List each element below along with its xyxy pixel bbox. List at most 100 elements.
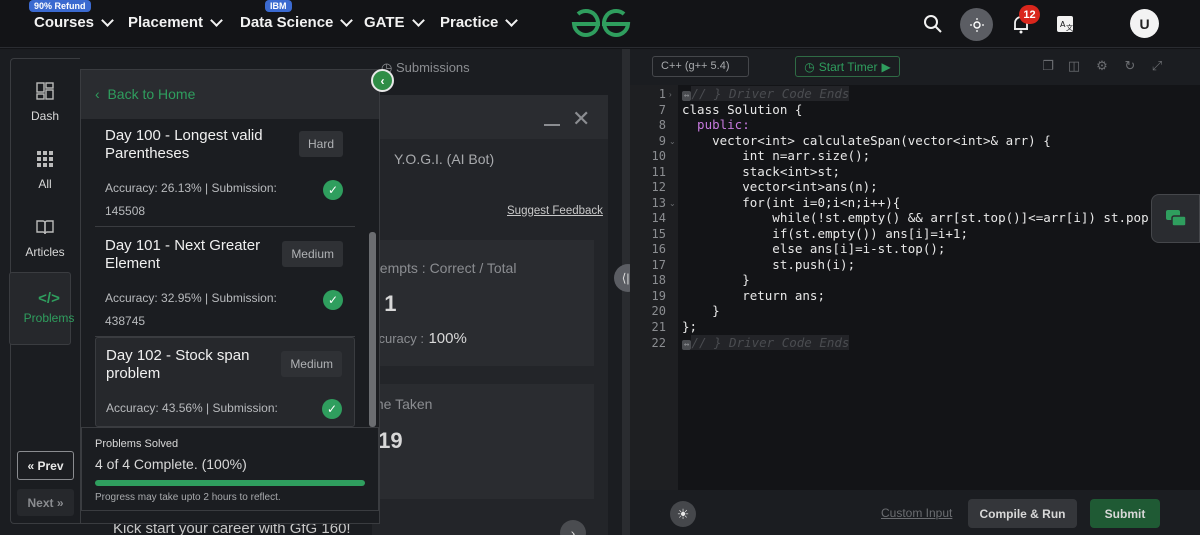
next-button[interactable]: Next » <box>17 489 74 516</box>
chevron-down-icon <box>210 13 223 27</box>
code-line: ↔// } Driver Code Ends <box>682 335 850 350</box>
code-line: }; <box>682 319 698 334</box>
notification-count-badge: 12 <box>1019 5 1040 24</box>
file-icon[interactable]: ◫ <box>1066 58 1082 74</box>
prev-button[interactable]: « Prev <box>17 451 74 480</box>
solved-note: Progress may take upto 2 hours to reflec… <box>95 492 281 503</box>
copy-icon[interactable]: ❐ <box>1040 58 1056 74</box>
list-item[interactable]: Day 100 - Longest valid Parentheses Hard… <box>95 118 355 227</box>
translate-icon[interactable]: A文 <box>1050 9 1080 39</box>
sidebar-item-all[interactable]: All <box>10 150 80 191</box>
submit-button[interactable]: Submit <box>1090 499 1160 528</box>
ai-bot-tab[interactable]: Y.O.G.I. (AI Bot) <box>394 151 494 167</box>
line-number: 20 <box>651 304 666 318</box>
double-chevron-right-icon: » <box>53 495 64 510</box>
language-select[interactable]: C++ (g++ 5.4) <box>652 56 749 77</box>
custom-input-link[interactable]: Custom Input <box>881 506 952 520</box>
accuracy-row: ccuracy : 100% <box>372 330 467 348</box>
line-number: 17 <box>651 258 666 272</box>
sidebar-item-problems[interactable]: </> Problems <box>14 290 84 325</box>
problem-meta: Accuracy: 26.13% | Submission: 145508 <box>105 181 277 218</box>
timer-icon: ◷ <box>804 59 815 74</box>
chevron-down-icon <box>340 13 354 27</box>
problem-meta: Accuracy: 43.56% | Submission: 211345 <box>106 401 278 426</box>
line-number: 8 <box>658 118 666 132</box>
code-line: st.push(i); <box>682 257 856 272</box>
nav-practice[interactable]: Practice <box>440 13 519 31</box>
next-button-label: Next <box>27 495 54 510</box>
code-line: } <box>682 272 750 287</box>
chevron-down-icon <box>505 13 519 27</box>
start-timer-button[interactable]: ◷ Start Timer ▶ <box>795 56 900 77</box>
line-number: 9 <box>658 134 666 148</box>
avatar[interactable]: U <box>1130 9 1159 38</box>
search-icon[interactable] <box>918 9 948 39</box>
gear-icon[interactable]: ⚙ <box>1094 58 1110 74</box>
nav-practice-label: Practice <box>440 14 499 31</box>
line-number: 1 <box>658 87 666 101</box>
code-line: if(st.empty()) ans[i]=i+1; <box>682 226 968 241</box>
nav-placement[interactable]: Placement <box>128 13 223 31</box>
nav-data-science-label: Data Science <box>240 14 334 31</box>
chevron-down-icon <box>101 13 114 27</box>
close-icon[interactable]: ✕ <box>572 106 590 132</box>
fold-arrow-icon[interactable]: ⌄ <box>669 199 676 208</box>
chevron-down-icon <box>411 13 425 27</box>
chevron-left-icon: ‹ <box>95 86 104 102</box>
pane-splitter[interactable] <box>622 49 630 535</box>
book-icon <box>10 218 80 241</box>
problem-title: Day 100 - Longest valid Parentheses <box>105 127 263 162</box>
code-line: else ans[i]=i-st.top(); <box>682 241 946 256</box>
tab-submissions-label: Submissions <box>395 60 470 75</box>
line-number: 18 <box>651 273 666 287</box>
suggest-feedback-link[interactable]: Suggest Feedback <box>507 205 603 217</box>
nav-gate[interactable]: GATE <box>364 13 425 31</box>
gfg-logo[interactable] <box>570 8 632 40</box>
line-number: 19 <box>651 289 666 303</box>
time-label: me Taken <box>372 396 433 412</box>
double-chevron-left-icon: « <box>27 458 38 473</box>
code-line: while(!st.empty() && arr[st.top()]<=arr[… <box>682 210 1172 225</box>
back-to-home-label: Back to Home <box>107 86 196 102</box>
problem-meta: Accuracy: 32.95% | Submission: 438745 <box>105 291 277 328</box>
fold-marker-icon[interactable]: ↔ <box>682 340 692 350</box>
scrollbar[interactable] <box>369 232 376 427</box>
chat-button[interactable] <box>1151 194 1200 243</box>
compile-run-button[interactable]: Compile & Run <box>968 499 1077 528</box>
line-number: 7 <box>658 103 666 117</box>
back-to-home-link[interactable]: ‹ Back to Home <box>95 86 195 102</box>
start-timer-label: Start Timer <box>818 59 878 74</box>
line-number: 21 <box>651 320 666 334</box>
theme-toggle-button[interactable] <box>960 8 993 41</box>
code-icon: </> <box>38 290 60 307</box>
list-item[interactable]: Day 102 - Stock span problem Medium Accu… <box>95 337 355 427</box>
reset-icon[interactable]: ↻ <box>1122 58 1138 74</box>
difficulty-badge: Hard <box>298 131 343 157</box>
fold-arrow-icon[interactable]: ⌄ <box>669 137 676 146</box>
nav-gate-label: GATE <box>364 14 405 31</box>
minimize-icon[interactable] <box>544 124 560 126</box>
play-icon: ▶ <box>881 59 891 74</box>
check-icon: ✓ <box>323 290 343 310</box>
fullscreen-icon[interactable]: ⤢ <box>1149 58 1165 74</box>
line-number: 14 <box>651 211 666 225</box>
lightbulb-icon[interactable]: ☀ <box>670 501 696 527</box>
code-line: ↔// } Driver Code Ends <box>682 86 850 101</box>
fold-marker-icon[interactable]: ↔ <box>682 91 692 101</box>
fold-arrow-icon[interactable]: › <box>669 90 672 99</box>
solved-title: Problems Solved <box>95 438 179 450</box>
list-item[interactable]: Day 101 - Next Greater Element Medium Ac… <box>95 228 355 337</box>
sidebar-item-dash[interactable]: Dash <box>10 82 80 123</box>
attempts-label: ttempts : Correct / Total <box>372 260 517 276</box>
nav-courses[interactable]: Courses <box>34 13 114 31</box>
code-line: vector<int>ans(n); <box>682 179 878 194</box>
tab-submissions[interactable]: ◷ Submissions <box>381 60 470 76</box>
collapse-panel-button[interactable]: ‹ <box>371 69 394 92</box>
line-number: 15 <box>651 227 666 241</box>
code-line: class Solution { <box>682 102 803 117</box>
refund-badge: 90% Refund <box>29 0 91 12</box>
sidebar-item-problems-label: Problems <box>23 311 75 325</box>
sidebar-item-articles[interactable]: Articles <box>10 218 80 259</box>
nav-data-science[interactable]: Data Science <box>240 13 354 31</box>
chevron-left-icon: ‹ <box>380 73 385 88</box>
